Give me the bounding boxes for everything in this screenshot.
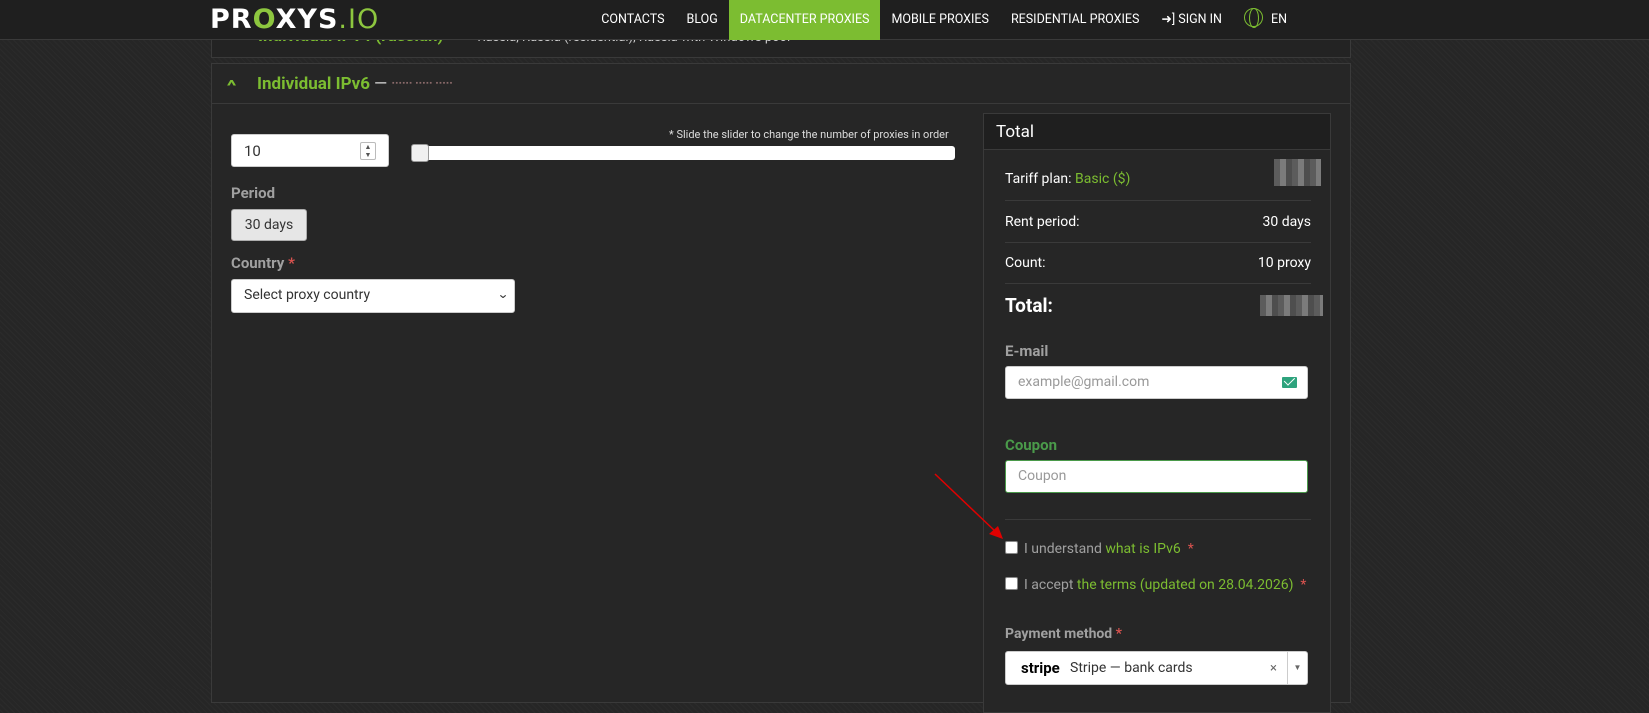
sign-in-icon: ➜]: [1161, 12, 1176, 27]
logo-text-rest: XYS: [275, 4, 339, 35]
total-header: Total: [984, 114, 1330, 150]
ipv6-section-header[interactable]: ^ Individual IPv6 — ▪▪▪▪▪▪ ▪▪▪▪▪ ▪▪▪▪▪: [212, 64, 1350, 104]
chevron-down-icon: ⌄: [496, 287, 510, 301]
nav-blog[interactable]: BLOG: [676, 0, 729, 40]
total-row: Total:: [1005, 294, 1323, 317]
quantity-input[interactable]: 10 ▲ ▼: [231, 134, 389, 167]
rent-value: 30 days: [1262, 214, 1311, 230]
logo-text: PR: [210, 4, 253, 35]
chevron-up-icon: ^: [226, 76, 237, 95]
country-label: Country *: [231, 254, 295, 272]
spinner-icon[interactable]: ▲ ▼: [360, 142, 376, 160]
what-is-ipv6-link[interactable]: what is IPv6: [1105, 541, 1180, 557]
nav-language[interactable]: EN: [1233, 0, 1649, 40]
terms-link[interactable]: the terms (updated on 28.04.2026): [1077, 577, 1294, 593]
total-label: Total:: [1005, 294, 1053, 317]
quantity-slider-handle[interactable]: [411, 144, 429, 162]
coupon-input[interactable]: Coupon: [1005, 460, 1308, 493]
language-label: EN: [1270, 12, 1287, 27]
rent-label: Rent period:: [1005, 214, 1080, 230]
count-value: 10 proxy: [1257, 255, 1311, 271]
section-dash: —: [374, 74, 388, 94]
payment-method-value: Stripe — bank cards: [1070, 660, 1193, 676]
quantity-value: 10: [244, 142, 261, 160]
mail-icon: [1282, 377, 1297, 388]
payment-label-text: Payment method: [1005, 626, 1113, 642]
clear-icon[interactable]: ×: [1270, 661, 1277, 676]
coupon-label: Coupon: [1005, 436, 1057, 454]
coupon-placeholder: Coupon: [1018, 468, 1067, 484]
required-mark: *: [1300, 577, 1307, 593]
country-flags-icon: ▪▪▪▪▪▪ ▪▪▪▪▪ ▪▪▪▪▪: [392, 79, 454, 87]
rent-period-row: Rent period: 30 days: [1005, 214, 1311, 230]
count-row: Count: 10 proxy: [1005, 255, 1311, 271]
sign-in-label: SIGN IN: [1178, 12, 1222, 27]
tariff-price-redacted: [1274, 159, 1321, 186]
required-mark: *: [288, 254, 295, 272]
stripe-logo: stripe: [1021, 659, 1060, 677]
understand-text: I understand: [1024, 541, 1102, 557]
globe-icon: [1243, 8, 1263, 29]
required-mark: *: [1115, 626, 1123, 642]
understand-ipv6-checkbox[interactable]: [1005, 540, 1018, 554]
tariff-label: Tariff plan:: [1005, 171, 1072, 187]
required-mark: *: [1187, 541, 1194, 557]
email-input[interactable]: example@gmail.com: [1005, 366, 1308, 399]
country-label-text: Country: [231, 254, 285, 272]
quantity-slider-track[interactable]: [411, 146, 955, 160]
country-select[interactable]: Select proxy country ⌄: [231, 279, 515, 313]
logo-mask-glyph: O: [252, 4, 276, 35]
top-navbar: PROXYS.IO CONTACTS BLOG DATACENTER PROXI…: [0, 0, 1649, 40]
total-panel: Total Tariff plan: Basic ($) Rent period…: [983, 113, 1331, 713]
count-label: Count:: [1005, 255, 1046, 271]
divider: [1005, 283, 1311, 284]
slider-note: * Slide the slider to change the number …: [669, 128, 949, 141]
accept-terms-checkbox-row: I accept the terms (updated on 28.04.202…: [1005, 576, 1307, 593]
proxys-logo[interactable]: PROXYS.IO: [210, 4, 379, 35]
nav-residential-proxies[interactable]: RESIDENTIAL PROXIES: [1000, 0, 1150, 40]
country-select-value: Select proxy country: [244, 287, 371, 303]
divider: [1005, 242, 1311, 243]
payment-method-select[interactable]: stripe Stripe — bank cards × ▼: [1005, 651, 1308, 685]
accept-text: I accept: [1024, 577, 1074, 593]
nav-mobile-proxies[interactable]: MOBILE PROXIES: [880, 0, 999, 40]
email-label: E-mail: [1005, 342, 1049, 360]
tariff-row: Tariff plan: Basic ($): [1005, 159, 1321, 187]
nav-links: CONTACTS BLOG DATACENTER PROXIES MOBILE …: [590, 0, 1649, 40]
dropdown-arrow-icon[interactable]: ▼: [1287, 652, 1307, 684]
nav-datacenter-proxies[interactable]: DATACENTER PROXIES: [728, 0, 881, 40]
period-30-days-button[interactable]: 30 days: [231, 209, 307, 241]
accept-terms-checkbox[interactable]: [1005, 576, 1018, 590]
tariff-value: Basic ($): [1075, 171, 1131, 187]
divider: [1005, 200, 1311, 201]
email-placeholder: example@gmail.com: [1018, 374, 1150, 390]
payment-method-label: Payment method *: [1005, 626, 1122, 642]
logo-tld: .IO: [338, 4, 380, 35]
nav-contacts[interactable]: CONTACTS: [590, 0, 675, 40]
understand-ipv6-checkbox-row: I understand what is IPv6 *: [1005, 540, 1194, 557]
divider: [1005, 519, 1311, 520]
section-title: Individual IPv6: [257, 74, 371, 94]
nav-sign-in[interactable]: ➜] SIGN IN: [1150, 0, 1233, 40]
period-label: Period: [231, 184, 276, 202]
total-price-redacted: [1260, 295, 1323, 316]
